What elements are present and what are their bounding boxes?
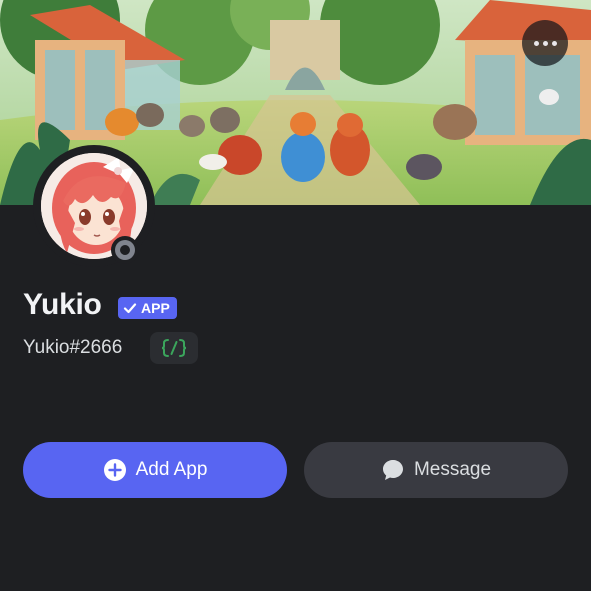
checkmark-icon (123, 303, 137, 314)
offline-status-icon (115, 240, 135, 260)
message-label: Message (413, 459, 492, 480)
user-tag: Yukio#2666 (23, 337, 123, 358)
slash-command-icon (161, 339, 187, 357)
username: Yukio (23, 288, 102, 321)
more-horizontal-icon (533, 40, 557, 46)
chat-bubble-icon (382, 460, 403, 480)
more-options-button[interactable] (522, 20, 568, 66)
app-badge-label: APP (141, 300, 170, 316)
plus-circle-icon (103, 459, 126, 481)
app-badge: APP (118, 297, 177, 319)
add-app-button[interactable]: Add App (23, 442, 287, 498)
active-developer-badge[interactable] (150, 332, 198, 364)
add-app-label: Add App (135, 459, 208, 480)
status-indicator (111, 236, 139, 264)
message-button[interactable]: Message (304, 442, 568, 498)
